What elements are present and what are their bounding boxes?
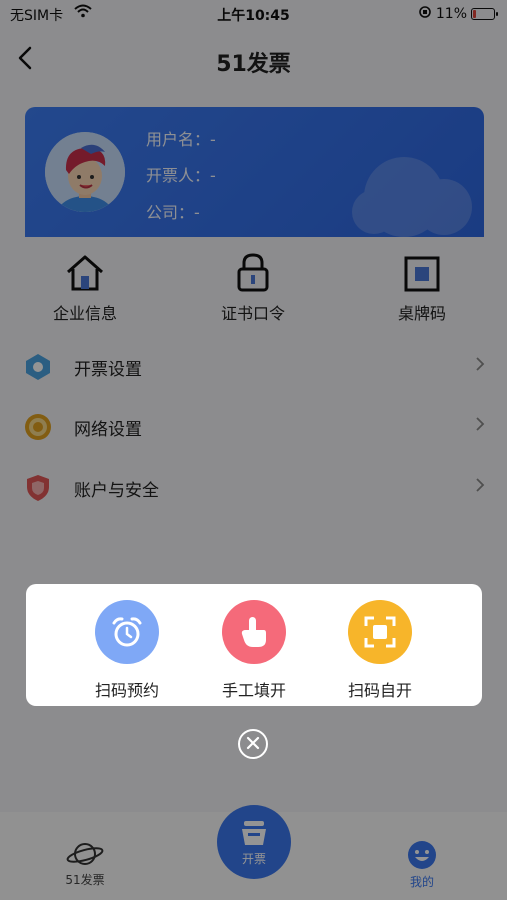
modal-backdrop[interactable] — [0, 0, 507, 900]
scan-appointment-button[interactable]: 扫码预约 — [72, 600, 182, 701]
manual-fill-label: 手工填开 — [221, 681, 286, 700]
scan-appointment-label: 扫码预约 — [94, 681, 159, 700]
scan-self-issue-button[interactable]: 扫码自开 — [325, 600, 435, 701]
alarm-clock-icon — [95, 600, 159, 664]
hand-pointer-icon — [222, 600, 286, 664]
scan-frame-icon — [348, 600, 412, 664]
close-icon — [246, 735, 260, 754]
manual-fill-button[interactable]: 手工填开 — [199, 600, 309, 701]
close-popup-button[interactable] — [238, 729, 268, 759]
scan-self-issue-label: 扫码自开 — [347, 681, 412, 700]
issue-options-popup: 扫码预约 手工填开 扫码自开 — [26, 584, 482, 706]
